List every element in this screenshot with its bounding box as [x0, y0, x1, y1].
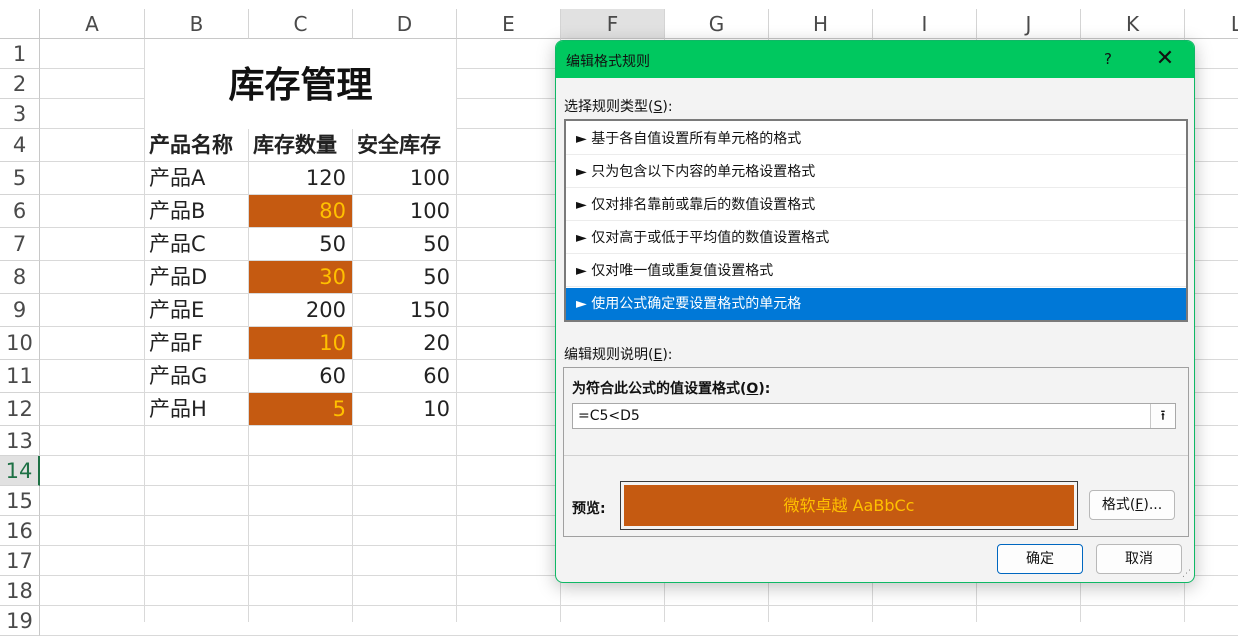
- grid-line: [456, 39, 457, 622]
- product-name-cell[interactable]: 产品G: [145, 360, 248, 392]
- column-header-l[interactable]: L: [1185, 9, 1238, 39]
- safety-stock-cell[interactable]: 50: [353, 228, 456, 260]
- safety-stock-cell[interactable]: 20: [353, 327, 456, 359]
- rule-type-item[interactable]: ► 基于各自值设置所有单元格的格式: [566, 123, 1186, 155]
- rule-type-label: 选择规则类型(S):: [564, 99, 673, 115]
- edit-format-rule-dialog: 编辑格式规则 ? ✕ 选择规则类型(S): ► 基于各自值设置所有单元格的格式 ►…: [555, 40, 1195, 583]
- row-header-19[interactable]: 19: [0, 606, 40, 636]
- column-header-j[interactable]: J: [977, 9, 1081, 39]
- resize-grip-icon[interactable]: ⋰: [1181, 569, 1191, 579]
- dialog-title: 编辑格式规则: [566, 54, 650, 70]
- row-header-12[interactable]: 12: [0, 393, 40, 426]
- close-icon[interactable]: ✕: [1151, 47, 1179, 71]
- rule-type-item[interactable]: ► 使用公式确定要设置格式的单元格: [566, 288, 1186, 320]
- rule-type-item[interactable]: ► 只为包含以下内容的单元格设置格式: [566, 156, 1186, 188]
- ok-button[interactable]: 确定: [997, 544, 1083, 574]
- cancel-button[interactable]: 取消: [1096, 544, 1182, 574]
- row-header-8[interactable]: 8: [0, 261, 40, 294]
- column-header-i[interactable]: I: [873, 9, 977, 39]
- preview-box: 微软卓越 AaBbCc: [620, 481, 1078, 530]
- select-all-corner[interactable]: [0, 9, 40, 39]
- rule-description-panel: 为符合此公式的值设置格式(O): =C5<D5 ⭱ 预览: 微软卓越 AaBbC…: [563, 367, 1189, 537]
- row-header-11[interactable]: 11: [0, 360, 40, 393]
- formula-text: =C5<D5: [578, 408, 640, 424]
- row-header-14[interactable]: 14: [0, 456, 40, 486]
- stock-quantity-cell[interactable]: 60: [249, 360, 352, 392]
- row-header-13[interactable]: 13: [0, 426, 40, 456]
- table-header-cell[interactable]: 产品名称: [145, 129, 248, 161]
- stock-quantity-cell[interactable]: 80: [249, 195, 352, 227]
- product-name-cell[interactable]: 产品E: [145, 294, 248, 326]
- product-name-cell[interactable]: 产品F: [145, 327, 248, 359]
- product-name-cell[interactable]: 产品C: [145, 228, 248, 260]
- row-header-9[interactable]: 9: [0, 294, 40, 327]
- help-icon[interactable]: ?: [1096, 47, 1120, 71]
- collapse-dialog-icon[interactable]: ⭱: [1150, 404, 1175, 428]
- row-header-16[interactable]: 16: [0, 516, 40, 546]
- column-header-f[interactable]: F: [561, 9, 665, 39]
- rule-type-item[interactable]: ► 仅对高于或低于平均值的数值设置格式: [566, 222, 1186, 254]
- preview-label: 预览:: [572, 501, 606, 517]
- row-header-17[interactable]: 17: [0, 546, 40, 576]
- column-header-b[interactable]: B: [145, 9, 249, 39]
- column-header-h[interactable]: H: [769, 9, 873, 39]
- formula-input[interactable]: =C5<D5 ⭱: [572, 403, 1176, 429]
- row-header-15[interactable]: 15: [0, 486, 40, 516]
- product-name-cell[interactable]: 产品B: [145, 195, 248, 227]
- row-header-2[interactable]: 2: [0, 69, 40, 99]
- divider: [564, 455, 1188, 456]
- row-header-3[interactable]: 3: [0, 99, 40, 129]
- stock-quantity-cell[interactable]: 30: [249, 261, 352, 293]
- stock-quantity-cell[interactable]: 200: [249, 294, 352, 326]
- stock-quantity-cell[interactable]: 50: [249, 228, 352, 260]
- rule-type-item[interactable]: ► 仅对唯一值或重复值设置格式: [566, 255, 1186, 287]
- row-header-18[interactable]: 18: [0, 576, 40, 606]
- preview-sample: 微软卓越 AaBbCc: [624, 485, 1074, 526]
- grid-line: [40, 605, 1238, 606]
- row-header-4[interactable]: 4: [0, 129, 40, 162]
- column-header-g[interactable]: G: [665, 9, 769, 39]
- column-header-e[interactable]: E: [457, 9, 561, 39]
- rule-description-label: 编辑规则说明(E):: [564, 347, 673, 363]
- safety-stock-cell[interactable]: 60: [353, 360, 456, 392]
- product-name-cell[interactable]: 产品H: [145, 393, 248, 425]
- row-header-7[interactable]: 7: [0, 228, 40, 261]
- dialog-titlebar[interactable]: 编辑格式规则 ? ✕: [556, 41, 1194, 78]
- product-name-cell[interactable]: 产品D: [145, 261, 248, 293]
- sheet-title[interactable]: 库存管理: [145, 39, 456, 129]
- column-header-k[interactable]: K: [1081, 9, 1185, 39]
- formula-label: 为符合此公式的值设置格式(O):: [572, 381, 771, 397]
- rule-type-list[interactable]: ► 基于各自值设置所有单元格的格式 ► 只为包含以下内容的单元格设置格式 ► 仅对排…: [564, 119, 1188, 322]
- row-header-5[interactable]: 5: [0, 162, 40, 195]
- table-header-cell[interactable]: 库存数量: [249, 129, 352, 161]
- row-header-1[interactable]: 1: [0, 39, 40, 69]
- stock-quantity-cell[interactable]: 10: [249, 327, 352, 359]
- safety-stock-cell[interactable]: 100: [353, 195, 456, 227]
- safety-stock-cell[interactable]: 10: [353, 393, 456, 425]
- table-header-cell[interactable]: 安全库存: [353, 129, 456, 161]
- column-header-a[interactable]: A: [40, 9, 145, 39]
- safety-stock-cell[interactable]: 100: [353, 162, 456, 194]
- row-header-10[interactable]: 10: [0, 327, 40, 360]
- safety-stock-cell[interactable]: 150: [353, 294, 456, 326]
- product-name-cell[interactable]: 产品A: [145, 162, 248, 194]
- safety-stock-cell[interactable]: 50: [353, 261, 456, 293]
- stock-quantity-cell[interactable]: 120: [249, 162, 352, 194]
- rule-type-item[interactable]: ► 仅对排名靠前或靠后的数值设置格式: [566, 189, 1186, 221]
- row-header-6[interactable]: 6: [0, 195, 40, 228]
- format-button[interactable]: 格式(F)...: [1089, 490, 1175, 520]
- column-header-c[interactable]: C: [249, 9, 353, 39]
- stock-quantity-cell[interactable]: 5: [249, 393, 352, 425]
- column-header-d[interactable]: D: [353, 9, 457, 39]
